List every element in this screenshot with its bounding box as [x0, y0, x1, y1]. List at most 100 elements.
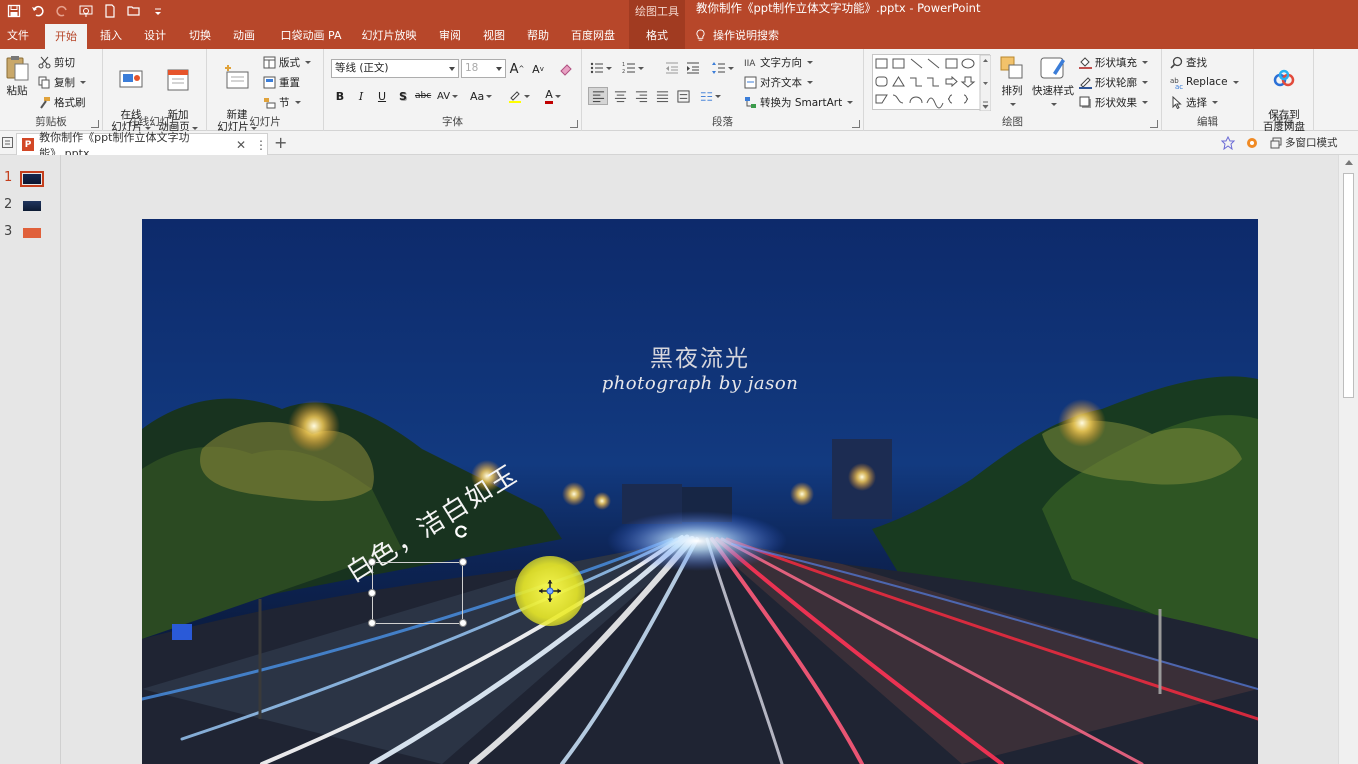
tab-format[interactable]: 格式: [629, 22, 685, 49]
highlight-button[interactable]: [508, 87, 530, 105]
paragraph-launcher[interactable]: [852, 120, 860, 128]
cut-button[interactable]: 剪切: [38, 53, 75, 71]
text-direction-button[interactable]: IIA 文字方向: [744, 53, 813, 71]
arrange-button[interactable]: 排列: [997, 53, 1027, 109]
tab-more-icon[interactable]: ⋮: [255, 138, 267, 152]
shrink-font-button[interactable]: Av: [530, 60, 546, 78]
tab-animations[interactable]: 动画: [225, 22, 263, 49]
columns-icon: [700, 91, 713, 101]
powerpoint-file-icon: P: [22, 138, 35, 151]
tab-list-icon[interactable]: [2, 137, 13, 148]
tab-pocket-animation[interactable]: 口袋动画 PA: [275, 22, 347, 49]
select-button[interactable]: 选择: [1170, 93, 1218, 111]
change-case-button[interactable]: Aa: [470, 87, 493, 105]
format-painter-button[interactable]: 格式刷: [38, 93, 86, 111]
shadow-button[interactable]: S: [395, 87, 411, 105]
paste-button[interactable]: 粘贴: [2, 53, 32, 97]
align-center-button[interactable]: [612, 87, 628, 105]
grow-font-button[interactable]: A ^: [509, 60, 525, 78]
textbox-selection-frame[interactable]: [368, 558, 467, 627]
numbering-icon: 12: [622, 62, 635, 75]
tab-baidu-netdisk[interactable]: 百度网盘: [564, 22, 622, 49]
tab-design[interactable]: 设计: [136, 22, 174, 49]
resize-handle-br[interactable]: [459, 619, 467, 627]
drawing-launcher[interactable]: [1150, 120, 1158, 128]
slide-title[interactable]: 黑夜流光: [142, 339, 1258, 373]
new-file-icon[interactable]: [100, 2, 120, 20]
shape-effects-button[interactable]: 形状效果: [1079, 93, 1148, 111]
font-size-combo[interactable]: 18: [461, 59, 506, 78]
replace-button[interactable]: ab ac Replace: [1170, 73, 1239, 91]
bullets-button[interactable]: [590, 59, 612, 77]
slide-thumbnail-2[interactable]: 2: [0, 194, 61, 214]
scroll-up-icon[interactable]: [1345, 160, 1353, 165]
font-name-combo[interactable]: 等线 (正文): [331, 59, 459, 78]
layout-icon: [263, 56, 276, 68]
slide-subtitle[interactable]: photograph by jason: [142, 373, 1258, 394]
tab-review[interactable]: 审阅: [432, 22, 468, 49]
close-tab-icon[interactable]: ✕: [236, 138, 246, 152]
select-label: 选择: [1186, 96, 1207, 109]
convert-smartart-button[interactable]: 转换为 SmartArt: [744, 93, 854, 111]
resize-handle-ml[interactable]: [368, 589, 376, 597]
copy-icon: [38, 76, 50, 88]
italic-button[interactable]: I: [353, 87, 369, 105]
reset-button[interactable]: 重置: [263, 73, 300, 91]
shape-fill-button[interactable]: 形状填充: [1079, 53, 1148, 71]
customize-qat-icon[interactable]: [148, 2, 168, 20]
scrollbar-thumb[interactable]: [1343, 173, 1354, 398]
tab-insert[interactable]: 插入: [92, 22, 130, 49]
char-spacing-button[interactable]: AV: [437, 87, 459, 105]
slide-thumbnail-1[interactable]: 1: [0, 167, 61, 187]
align-text-button[interactable]: 对齐文本: [744, 73, 813, 91]
tell-me-search[interactable]: 操作说明搜索: [694, 22, 779, 49]
font-launcher[interactable]: [570, 120, 578, 128]
section-button[interactable]: 节: [263, 93, 301, 111]
columns-button[interactable]: [700, 87, 721, 105]
settings-gear-icon[interactable]: [1245, 136, 1259, 150]
align-left-button[interactable]: [588, 87, 608, 105]
copy-button[interactable]: 复制: [38, 73, 86, 91]
bold-button[interactable]: B: [332, 87, 348, 105]
redo-icon[interactable]: [52, 2, 72, 20]
underline-button[interactable]: U: [374, 87, 390, 105]
tab-transitions[interactable]: 切换: [181, 22, 219, 49]
layout-button[interactable]: 版式: [263, 53, 311, 71]
resize-handle-tl[interactable]: [368, 558, 376, 566]
tab-view[interactable]: 视图: [476, 22, 512, 49]
increase-indent-button[interactable]: [685, 59, 701, 77]
multi-window-button[interactable]: 多窗口模式: [1270, 135, 1338, 150]
clear-format-button[interactable]: [558, 60, 574, 78]
tab-help[interactable]: 帮助: [520, 22, 556, 49]
slide-thumbnail-3[interactable]: 3: [0, 221, 61, 241]
distributed-button[interactable]: [675, 87, 691, 105]
find-button[interactable]: 查找: [1170, 53, 1207, 71]
align-right-button[interactable]: [633, 87, 649, 105]
save-icon[interactable]: [4, 2, 24, 20]
justify-button[interactable]: [654, 87, 670, 105]
tab-file[interactable]: 文件: [0, 22, 36, 49]
grow-font-label: A: [509, 61, 519, 77]
open-folder-icon[interactable]: [124, 2, 144, 20]
resize-handle-tr[interactable]: [459, 558, 467, 566]
shapes-gallery[interactable]: [872, 54, 992, 112]
decrease-indent-button[interactable]: [664, 59, 680, 77]
undo-icon[interactable]: [28, 2, 48, 20]
line-spacing-button[interactable]: [712, 59, 734, 77]
font-color-button[interactable]: A: [545, 87, 561, 105]
quick-styles-button[interactable]: 快速样式: [1030, 53, 1076, 109]
numbering-button[interactable]: 12: [622, 59, 644, 77]
document-tab[interactable]: P 教你制作《ppt制作立体文字功能》.pptx ✕ ⋮: [16, 131, 268, 160]
rotate-handle-icon[interactable]: [453, 523, 469, 539]
tab-slideshow[interactable]: 幻灯片放映: [356, 22, 422, 49]
shape-outline-button[interactable]: 形状轮廓: [1079, 73, 1148, 91]
new-tab-icon[interactable]: +: [274, 133, 287, 152]
vertical-scrollbar[interactable]: [1338, 155, 1358, 764]
strikethrough-button[interactable]: abc: [415, 87, 431, 105]
slide[interactable]: 黑夜流光 photograph by jason 白色，洁白如玉: [142, 219, 1258, 764]
tab-home[interactable]: 开始: [45, 24, 87, 49]
present-icon[interactable]: [76, 2, 96, 20]
pin-icon[interactable]: [1221, 136, 1235, 150]
resize-handle-bl[interactable]: [368, 619, 376, 627]
clipboard-launcher[interactable]: [91, 120, 99, 128]
